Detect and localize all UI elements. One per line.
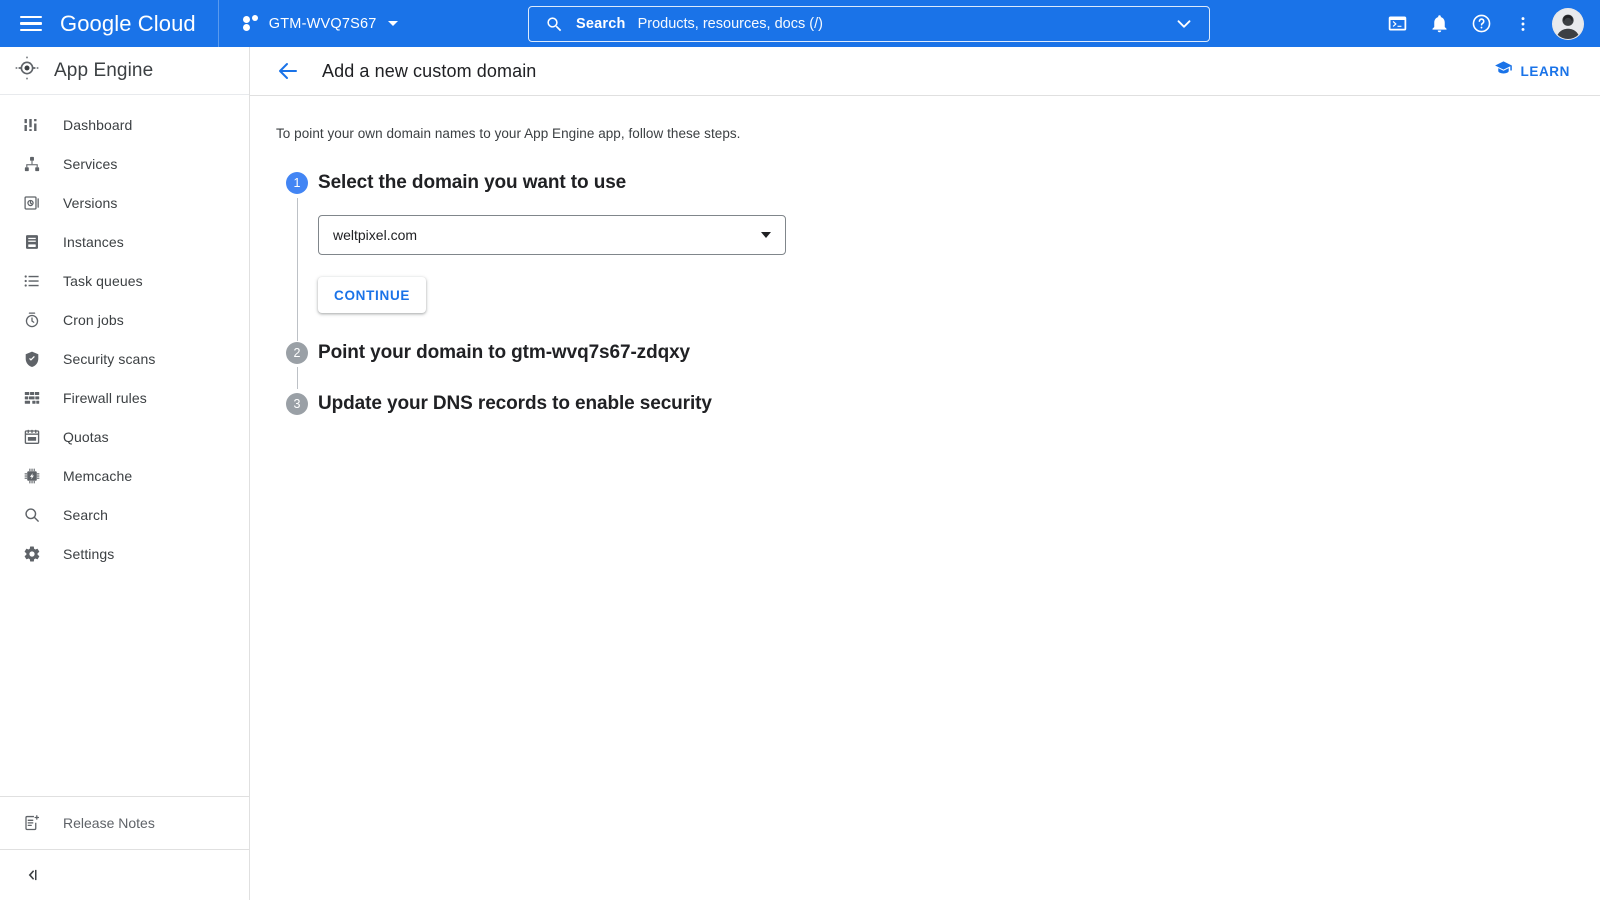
sidebar-item-task-queues[interactable]: Task queues — [0, 261, 249, 300]
user-avatar[interactable] — [1552, 7, 1584, 40]
sidebar-item-memcache[interactable]: Memcache — [0, 456, 249, 495]
project-dots-icon — [242, 15, 260, 32]
step-3-title[interactable]: Update your DNS records to enable securi… — [318, 392, 1600, 416]
step-connector-line — [296, 367, 298, 389]
sidebar-footer: Release Notes — [0, 796, 250, 900]
task-queues-icon — [22, 271, 42, 291]
step-2-body: Point your domain to gtm-wvq7s67-zdqxy — [318, 341, 1600, 392]
learn-button-label: LEARN — [1520, 63, 1570, 79]
sidebar-item-label: Task queues — [63, 272, 143, 289]
release-notes-icon — [22, 813, 42, 833]
sidebar-item-label: Versions — [63, 194, 118, 211]
step-3-body: Update your DNS records to enable securi… — [318, 392, 1600, 416]
sidebar-item-settings[interactable]: Settings — [0, 534, 249, 573]
dashboard-icon — [22, 115, 42, 135]
chevron-down-icon[interactable] — [1173, 13, 1195, 35]
sidebar-nav: Dashboard Services Versions Instances Ta — [0, 95, 249, 573]
app-engine-icon — [14, 55, 40, 86]
sidebar-item-label: Settings — [63, 545, 115, 562]
sidebar-item-cron-jobs[interactable]: Cron jobs — [0, 300, 249, 339]
sidebar-item-label: Instances — [63, 233, 124, 250]
intro-text: To point your own domain names to your A… — [276, 126, 741, 141]
page-title: Add a new custom domain — [322, 60, 537, 81]
instances-icon — [22, 232, 42, 252]
sidebar-item-dashboard[interactable]: Dashboard — [0, 105, 249, 144]
sidebar-item-label: Search — [63, 506, 108, 523]
collapse-sidebar-button[interactable] — [0, 850, 250, 900]
step-2-title[interactable]: Point your domain to gtm-wvq7s67-zdqxy — [318, 341, 1600, 365]
sidebar-item-services[interactable]: Services — [0, 144, 249, 183]
step-1: 1 Select the domain you want to use welt… — [276, 171, 1600, 341]
search-placeholder: Products, resources, docs (/) — [637, 16, 823, 32]
memcache-icon — [22, 466, 42, 486]
project-name-label: GTM-WVQ7S67 — [268, 15, 377, 32]
step-2: 2 Point your domain to gtm-wvq7s67-zdqxy — [276, 341, 1600, 392]
step-2-number-badge: 2 — [286, 342, 308, 364]
content-body: To point your own domain names to your A… — [250, 96, 1600, 416]
left-sidebar: App Engine Dashboard Services Versions I… — [0, 47, 250, 900]
page-header: Add a new custom domain LEARN — [250, 47, 1600, 96]
continue-button[interactable]: CONTINUE — [318, 277, 427, 313]
step-1-body: Select the domain you want to use weltpi… — [318, 171, 1600, 341]
versions-icon — [22, 193, 42, 213]
project-selector[interactable]: GTM-WVQ7S67 — [239, 7, 402, 41]
services-icon — [22, 154, 42, 174]
sidebar-item-label: Memcache — [63, 467, 133, 484]
collapse-panel-icon — [22, 865, 42, 885]
search-label: Search — [576, 16, 626, 32]
sidebar-item-label: Security scans — [63, 350, 156, 367]
sidebar-item-label: Services — [63, 155, 118, 172]
step-3-marker-column: 3 — [276, 392, 318, 416]
step-1-title: Select the domain you want to use — [318, 172, 627, 193]
sidebar-item-versions[interactable]: Versions — [0, 183, 249, 222]
sidebar-item-label: Release Notes — [63, 815, 155, 831]
sidebar-item-instances[interactable]: Instances — [0, 222, 249, 261]
chevron-down-icon — [761, 232, 771, 238]
step-1-number-badge: 1 — [286, 172, 308, 194]
sidebar-item-security-scans[interactable]: Security scans — [0, 339, 249, 378]
security-scans-icon — [22, 349, 42, 369]
domain-select-value: weltpixel.com — [333, 227, 418, 243]
step-1-content: weltpixel.com CONTINUE — [318, 195, 1600, 341]
cloud-shell-icon[interactable] — [1376, 3, 1418, 45]
graduation-cap-icon — [1494, 59, 1513, 83]
cron-jobs-icon — [22, 310, 42, 330]
custom-domain-stepper: 1 Select the domain you want to use welt… — [276, 171, 1600, 416]
sidebar-item-label: Cron jobs — [63, 311, 124, 328]
domain-select[interactable]: weltpixel.com — [318, 215, 786, 255]
step-connector-line — [296, 198, 298, 341]
step-3-number-badge: 3 — [286, 393, 308, 415]
sidebar-item-label: Firewall rules — [63, 389, 147, 406]
back-arrow-icon[interactable] — [276, 59, 300, 83]
step-1-marker-column: 1 — [276, 171, 318, 341]
sidebar-item-firewall-rules[interactable]: Firewall rules — [0, 378, 249, 417]
sidebar-item-search[interactable]: Search — [0, 495, 249, 534]
more-vertical-icon[interactable] — [1502, 3, 1544, 45]
product-title: App Engine — [54, 59, 154, 81]
top-app-bar: Google Cloud GTM-WVQ7S67 Search Products… — [0, 0, 1600, 47]
google-cloud-logo[interactable]: Google Cloud — [60, 11, 196, 37]
step-2-marker-column: 2 — [276, 341, 318, 392]
notifications-bell-icon[interactable] — [1418, 3, 1460, 45]
help-question-icon[interactable] — [1460, 3, 1502, 45]
learn-button[interactable]: LEARN — [1486, 53, 1579, 89]
product-header[interactable]: App Engine — [0, 47, 249, 95]
search-input[interactable]: Search Products, resources, docs (/) — [528, 6, 1210, 42]
main-content: Add a new custom domain LEARN To point y… — [250, 47, 1600, 900]
firewall-rules-icon — [22, 388, 42, 408]
sidebar-item-quotas[interactable]: Quotas — [0, 417, 249, 456]
quotas-icon — [22, 427, 42, 447]
search-icon — [545, 15, 564, 34]
settings-gear-icon — [22, 544, 42, 564]
step-3: 3 Update your DNS records to enable secu… — [276, 392, 1600, 416]
hamburger-menu-icon[interactable] — [20, 12, 44, 36]
sidebar-item-label: Quotas — [63, 428, 109, 445]
topbar-divider — [217, 0, 219, 47]
sidebar-item-label: Dashboard — [63, 116, 133, 133]
chevron-down-icon — [387, 21, 398, 26]
topbar-actions — [1376, 0, 1590, 47]
sidebar-item-release-notes[interactable]: Release Notes — [0, 797, 250, 849]
search-icon — [22, 505, 42, 525]
